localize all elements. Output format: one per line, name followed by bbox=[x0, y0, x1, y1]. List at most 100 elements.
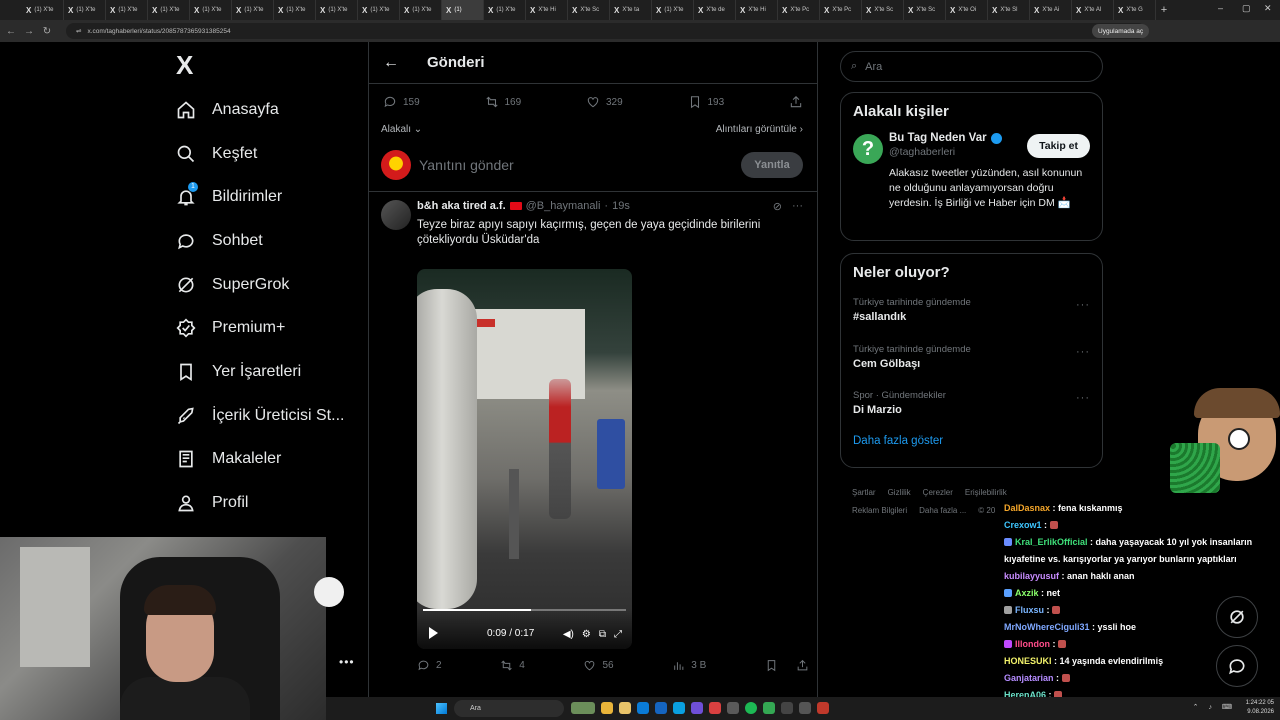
person-avatar[interactable]: ? bbox=[853, 134, 883, 164]
browser-tab[interactable]: X X'te Sc bbox=[568, 0, 610, 20]
file-explorer-icon[interactable] bbox=[619, 702, 631, 714]
browser-tab[interactable]: X (1) X'te bbox=[106, 0, 148, 20]
browser-tab[interactable]: X (1) X'te bbox=[358, 0, 400, 20]
app-icon[interactable] bbox=[655, 702, 667, 714]
sidebar-item-sohbet[interactable]: Sohbet bbox=[176, 219, 344, 263]
browser-tab[interactable]: X X'te ta bbox=[610, 0, 652, 20]
open-in-app-pill[interactable]: Uygulamada aç bbox=[1092, 24, 1150, 38]
footer-link[interactable]: Daha fazla ... bbox=[919, 506, 966, 515]
footer-link[interactable]: Gizlilik bbox=[888, 488, 911, 497]
sidebar-item-anasayfa[interactable]: Anasayfa bbox=[176, 88, 344, 132]
app-icon[interactable] bbox=[763, 702, 775, 714]
browser-tab[interactable]: X (1) X'te bbox=[190, 0, 232, 20]
browser-tab[interactable]: X (1) bbox=[442, 0, 484, 20]
app-icon[interactable] bbox=[709, 702, 721, 714]
browser-tab[interactable]: X X'te Pc bbox=[778, 0, 820, 20]
tweet-like-button[interactable]: 56 bbox=[583, 659, 614, 672]
browser-tab[interactable]: X X'te Hi bbox=[526, 0, 568, 20]
new-tab-icon[interactable]: + bbox=[1156, 4, 1172, 16]
browser-tab[interactable]: X X'te Pc bbox=[820, 0, 862, 20]
browser-tab[interactable]: X (1) X'te bbox=[22, 0, 64, 20]
browser-tab[interactable]: X X'te G bbox=[1114, 0, 1156, 20]
account-more-icon[interactable]: ••• bbox=[339, 655, 355, 669]
video-progress-bar[interactable] bbox=[423, 609, 626, 611]
sidebar-item-keşfet[interactable]: Keşfet bbox=[176, 132, 344, 176]
footer-link[interactable]: © 20 bbox=[978, 506, 995, 515]
footer-link[interactable]: Erişilebilirlik bbox=[965, 488, 1007, 497]
reply-button[interactable]: Yanıtla bbox=[741, 151, 803, 178]
more-icon[interactable]: ··· bbox=[1076, 392, 1090, 404]
browser-tab[interactable]: X X'te Hi bbox=[736, 0, 778, 20]
search-input[interactable]: ⌕ Ara bbox=[840, 51, 1103, 82]
tweet-time[interactable]: 19s bbox=[612, 200, 630, 212]
reply-count-button[interactable]: 159 bbox=[383, 95, 420, 109]
site-info-icon[interactable]: ⇌ bbox=[76, 27, 81, 35]
discord-icon[interactable] bbox=[691, 702, 703, 714]
trend-item[interactable]: Türkiye tarihinde gündemde Cem Gölbaşı ··· bbox=[841, 334, 1102, 381]
browser-tab[interactable]: X (1) X'te bbox=[64, 0, 106, 20]
app-icon[interactable] bbox=[817, 702, 829, 714]
related-person[interactable]: ? Bu Tag Neden Var @taghaberleri Alakası… bbox=[841, 120, 1102, 221]
browser-tab[interactable]: X (1) X'te bbox=[316, 0, 358, 20]
sidebar-item-bildirimler[interactable]: 1 Bildirimler bbox=[176, 175, 344, 219]
like-count-button[interactable]: 329 bbox=[586, 95, 623, 109]
more-icon[interactable]: ··· bbox=[1076, 346, 1090, 358]
browser-tab[interactable]: X (1) X'te bbox=[232, 0, 274, 20]
reply-tweet[interactable]: b&h aka tired a.f. @B_haymanali · 19s ⊘ … bbox=[369, 192, 817, 248]
obs-icon[interactable] bbox=[781, 702, 793, 714]
browser-tab[interactable]: X X'te Sc bbox=[904, 0, 946, 20]
close-window-icon[interactable]: ✕ bbox=[1264, 3, 1272, 14]
trend-item[interactable]: Türkiye tarihinde gündemde #sallandık ··· bbox=[841, 287, 1102, 334]
url-input[interactable]: ⇌ x.com/taghaberleri/status/208578736593… bbox=[66, 23, 1146, 39]
video-player[interactable]: 0:09 / 0:17 ◀) ⚙ ⧉ ⤢ bbox=[417, 269, 632, 649]
browser-tab[interactable]: X (1) X'te bbox=[274, 0, 316, 20]
pip-icon[interactable]: ⧉ bbox=[599, 629, 606, 640]
play-icon[interactable] bbox=[429, 627, 438, 639]
browser-tab[interactable]: X (1) X'te bbox=[484, 0, 526, 20]
tweet-repost-button[interactable]: 4 bbox=[500, 659, 525, 672]
tweet-reply-button[interactable]: 2 bbox=[417, 659, 442, 672]
volume-icon[interactable]: ◀) bbox=[563, 629, 574, 640]
tweet-bookmark-button[interactable] bbox=[765, 659, 809, 672]
app-icon[interactable] bbox=[673, 702, 685, 714]
bookmark-count-button[interactable]: 193 bbox=[688, 95, 724, 109]
reload-icon[interactable]: ↻ bbox=[42, 26, 52, 37]
share-icon[interactable] bbox=[796, 659, 809, 672]
sidebar-item-premium-[interactable]: Premium+ bbox=[176, 306, 344, 350]
footer-link[interactable]: Çerezler bbox=[923, 488, 953, 497]
avatar[interactable] bbox=[381, 149, 411, 180]
follow-button[interactable]: Takip et bbox=[1027, 134, 1090, 158]
reply-input[interactable]: Yanıtını gönder bbox=[419, 157, 733, 173]
browser-tab[interactable]: X X'te de bbox=[694, 0, 736, 20]
browser-tab[interactable]: X X'te Sl bbox=[988, 0, 1030, 20]
browser-tab[interactable]: X X'te Oi bbox=[946, 0, 988, 20]
more-icon[interactable]: ··· bbox=[792, 200, 803, 213]
windows-start-icon[interactable] bbox=[436, 703, 447, 714]
repost-count-button[interactable]: 169 bbox=[485, 95, 521, 109]
browser-tab[interactable]: X X'te Sc bbox=[862, 0, 904, 20]
sidebar-item-i-çerik-üreticisi-st-[interactable]: İçerik Üreticisi St... bbox=[176, 394, 344, 438]
system-tray[interactable]: ⌃ ♪ ⌨ bbox=[1193, 703, 1236, 711]
trend-item[interactable]: Spor · Gündemdekiler Di Marzio ··· bbox=[841, 380, 1102, 427]
tweet-author-name[interactable]: b&h aka tired a.f. bbox=[417, 200, 506, 212]
settings-icon[interactable]: ⚙ bbox=[582, 629, 591, 640]
browser-tab[interactable]: X (1) X'te bbox=[148, 0, 190, 20]
taskbar-clock[interactable]: 1:24:22 05 9.08.2026 bbox=[1246, 699, 1274, 717]
show-more-link[interactable]: Daha fazla göster bbox=[841, 427, 1102, 447]
browser-tab[interactable]: X (1) X'te bbox=[400, 0, 442, 20]
minimize-icon[interactable]: – bbox=[1218, 3, 1223, 13]
app-icon[interactable] bbox=[799, 702, 811, 714]
footer-link[interactable]: Şartlar bbox=[852, 488, 876, 497]
share-button[interactable] bbox=[789, 95, 803, 109]
taskbar-search[interactable]: Ara bbox=[454, 700, 564, 717]
footer-link[interactable]: Reklam Bilgileri bbox=[852, 506, 907, 515]
back-arrow-icon[interactable]: ← bbox=[383, 54, 399, 72]
more-icon[interactable]: ··· bbox=[1076, 299, 1090, 311]
grok-icon[interactable]: ⊘ bbox=[773, 200, 782, 213]
spotify-icon[interactable] bbox=[745, 702, 757, 714]
widgets-icon[interactable] bbox=[571, 702, 595, 714]
tweet-avatar[interactable] bbox=[381, 200, 411, 230]
avatar[interactable] bbox=[314, 577, 344, 607]
sidebar-item-makaleler[interactable]: Makaleler bbox=[176, 438, 344, 482]
app-icon[interactable] bbox=[727, 702, 739, 714]
